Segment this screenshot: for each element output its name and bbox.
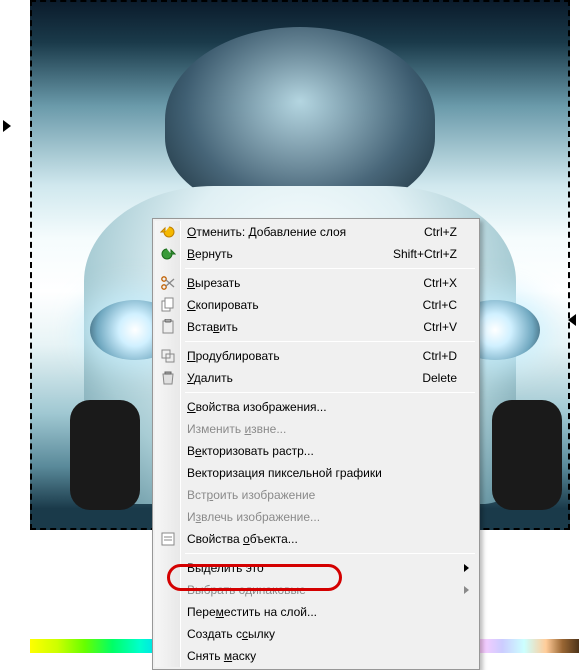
menu-item-label: Отменить: Добавление слоя: [187, 225, 412, 239]
menu-item[interactable]: Скопировать Ctrl+C: [155, 294, 477, 316]
no-icon: [160, 399, 176, 415]
menu-item-label: Извлечь изображение...: [187, 510, 457, 524]
undo-arrow-icon: [160, 224, 176, 240]
menu-item: Встроить изображение: [155, 484, 477, 506]
menu-item[interactable]: Выделить это: [155, 557, 477, 579]
menu-item-label: Скопировать: [187, 298, 411, 312]
menu-item[interactable]: Отменить: Добавление слоя Ctrl+Z: [155, 221, 477, 243]
menu-item-shortcut: Shift+Ctrl+Z: [393, 247, 457, 261]
menu-item[interactable]: Продублировать Ctrl+D: [155, 345, 477, 367]
menu-item[interactable]: Векторизация пиксельной графики: [155, 462, 477, 484]
no-icon: [160, 509, 176, 525]
no-icon: [160, 626, 176, 642]
menu-item: Выбрать одинаковые: [155, 579, 477, 601]
menu-item-label: Удалить: [187, 371, 410, 385]
car-wheel: [70, 400, 140, 510]
menu-item[interactable]: Удалить Delete: [155, 367, 477, 389]
no-icon: [160, 443, 176, 459]
menu-item-label: Снять маску: [187, 649, 457, 663]
scissors-icon: [160, 275, 176, 291]
menu-item-label: Выделить это: [187, 561, 457, 575]
properties-icon: [160, 531, 176, 547]
menu-item-label: Встроить изображение: [187, 488, 457, 502]
submenu-arrow-icon: [464, 586, 469, 594]
submenu-arrow-icon: [464, 564, 469, 572]
menu-item[interactable]: Свойства объекта...: [155, 528, 477, 550]
menu-item[interactable]: Снять маску: [155, 645, 477, 667]
car-wheel: [492, 400, 562, 510]
menu-item-label: Изменить извне...: [187, 422, 457, 436]
menu-separator: [185, 268, 475, 269]
menu-item[interactable]: Свойства изображения...: [155, 396, 477, 418]
menu-item-shortcut: Ctrl+C: [423, 298, 457, 312]
no-icon: [160, 421, 176, 437]
menu-separator: [185, 341, 475, 342]
menu-item[interactable]: Вырезать Ctrl+X: [155, 272, 477, 294]
menu-item-label: Векторизация пиксельной графики: [187, 466, 457, 480]
redo-arrow-icon: [160, 246, 176, 262]
menu-item-label: Вернуть: [187, 247, 381, 261]
menu-separator: [185, 392, 475, 393]
menu-item-label: Переместить на слой...: [187, 605, 457, 619]
menu-item-shortcut: Ctrl+X: [423, 276, 457, 290]
menu-item-label: Выбрать одинаковые: [187, 583, 457, 597]
trash-icon: [160, 370, 176, 386]
menu-item-label: Вставить: [187, 320, 411, 334]
duplicate-icon: [160, 348, 176, 364]
ruler-marker-right[interactable]: [568, 314, 576, 326]
menu-item-label: Свойства изображения...: [187, 400, 457, 414]
no-icon: [160, 648, 176, 664]
menu-item-label: Вырезать: [187, 276, 411, 290]
no-icon: [160, 582, 176, 598]
menu-item-shortcut: Ctrl+V: [423, 320, 457, 334]
menu-item[interactable]: Переместить на слой...: [155, 601, 477, 623]
menu-item-shortcut: Ctrl+Z: [424, 225, 457, 239]
menu-item-shortcut: Delete: [422, 371, 457, 385]
menu-item: Изменить извне...: [155, 418, 477, 440]
menu-item: Извлечь изображение...: [155, 506, 477, 528]
menu-item-shortcut: Ctrl+D: [423, 349, 457, 363]
menu-item-label: Продублировать: [187, 349, 411, 363]
menu-item[interactable]: Вернуть Shift+Ctrl+Z: [155, 243, 477, 265]
no-icon: [160, 560, 176, 576]
menu-item[interactable]: Векторизовать растр...: [155, 440, 477, 462]
menu-item[interactable]: Создать ссылку: [155, 623, 477, 645]
menu-item[interactable]: Вставить Ctrl+V: [155, 316, 477, 338]
menu-separator: [185, 553, 475, 554]
menu-item-label: Создать ссылку: [187, 627, 457, 641]
clipboard-icon: [160, 319, 176, 335]
menu-item-label: Векторизовать растр...: [187, 444, 457, 458]
menu-item-label: Свойства объекта...: [187, 532, 457, 546]
no-icon: [160, 465, 176, 481]
ruler-marker-left[interactable]: [3, 120, 11, 132]
no-icon: [160, 604, 176, 620]
copy-pages-icon: [160, 297, 176, 313]
no-icon: [160, 487, 176, 503]
context-menu: Отменить: Добавление слоя Ctrl+Z Вернуть Sh…: [152, 218, 480, 670]
